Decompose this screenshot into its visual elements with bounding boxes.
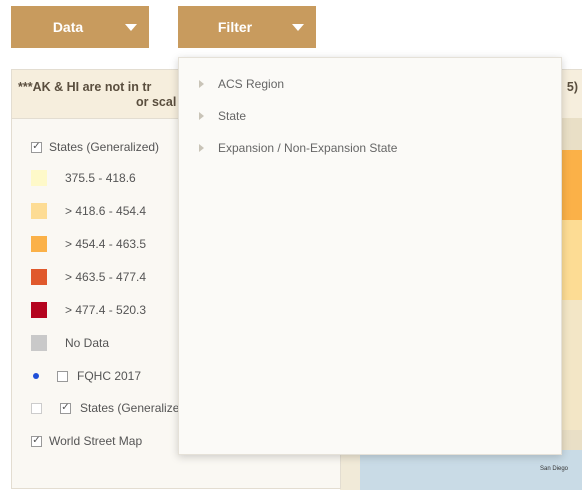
fqhc-layer-checkbox[interactable] [57, 370, 68, 382]
legend-class-label: > 454.4 - 463.5 [65, 237, 147, 251]
state-polygon [562, 220, 582, 300]
legend-swatch [31, 236, 47, 252]
legend-swatch [31, 335, 47, 351]
legend-swatch [31, 302, 47, 318]
fqhc-layer-label: FQHC 2017 [77, 369, 142, 383]
legend-class-label: > 477.4 - 520.3 [65, 303, 147, 317]
filter-item-acs-region[interactable]: ACS Region [199, 77, 284, 91]
legend-swatch [31, 170, 47, 186]
filter-item-label: State [218, 109, 247, 123]
fqhc-point-icon [33, 373, 39, 379]
map-header-text: 5) [566, 80, 578, 94]
fqhc-layer-row[interactable]: FQHC 2017 [33, 369, 141, 383]
legend-class-label: > 418.6 - 454.4 [65, 204, 147, 218]
legend-class-label: No Data [65, 336, 110, 350]
filter-dropdown-menu: ACS Region State Expansion / Non-Expansi… [178, 57, 562, 455]
city-label: San Diego [540, 466, 569, 472]
legend-class-row: > 454.4 - 463.5 [31, 236, 146, 252]
states-layer-checkbox[interactable]: ✓ [31, 141, 42, 153]
data-button-label: Data [52, 19, 84, 35]
legend-class-row: > 418.6 - 454.4 [31, 203, 146, 219]
expand-arrow-icon [199, 144, 204, 152]
filter-item-label: ACS Region [218, 77, 285, 91]
caret-down-icon [125, 23, 137, 31]
states-generalized-label: States (Generalize [80, 401, 180, 415]
data-dropdown-button[interactable]: Data [11, 6, 149, 48]
legend-class-row: 375.5 - 418.6 [31, 170, 136, 186]
world-street-map-label: World Street Map [49, 434, 143, 448]
states-generalized-row[interactable]: ✓ States (Generalize [31, 401, 179, 415]
legend-class-row: > 477.4 - 520.3 [31, 302, 146, 318]
legend-swatch [31, 203, 47, 219]
filter-button-label: Filter [217, 19, 253, 35]
world-street-map-checkbox[interactable]: ✓ [31, 435, 42, 447]
caret-down-icon [292, 23, 304, 31]
state-polygon [562, 300, 582, 430]
legend-class-row: > 463.5 - 477.4 [31, 269, 146, 285]
filter-item-state[interactable]: State [199, 109, 246, 123]
expand-arrow-icon [199, 112, 204, 120]
filter-item-label: Expansion / Non-Expansion State [218, 141, 398, 155]
states-layer-row[interactable]: ✓ States (Generalized) [31, 140, 159, 154]
legend-class-label: > 463.5 - 477.4 [65, 270, 147, 284]
states-layer-label: States (Generalized) [49, 140, 160, 154]
filter-item-expansion-state[interactable]: Expansion / Non-Expansion State [199, 141, 397, 155]
filter-dropdown-button[interactable]: Filter [178, 6, 316, 48]
states-generalized-checkbox[interactable]: ✓ [60, 402, 71, 414]
legend-swatch [31, 269, 47, 285]
state-polygon [562, 150, 582, 220]
world-street-map-row[interactable]: ✓ World Street Map [31, 434, 142, 448]
expand-arrow-icon [199, 80, 204, 88]
legend-class-label: 375.5 - 418.6 [65, 171, 136, 185]
legend-class-row: No Data [31, 335, 109, 351]
states-group-checkbox[interactable] [31, 402, 42, 414]
